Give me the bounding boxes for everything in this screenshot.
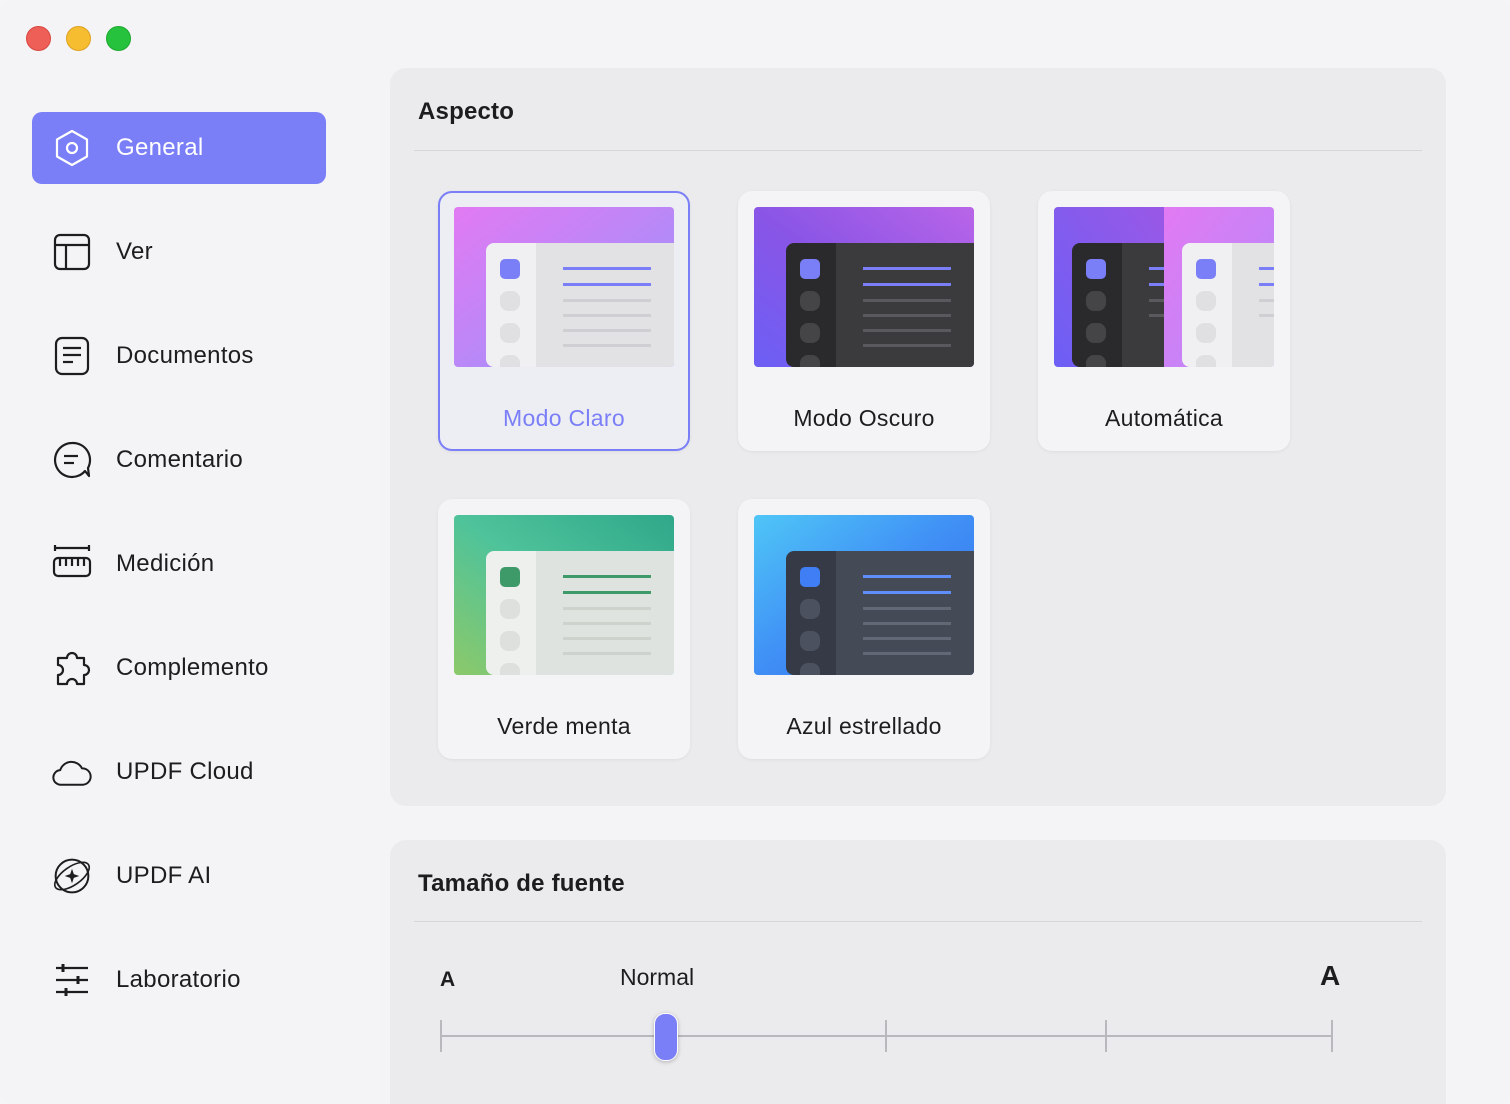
sidebar-item-updf-ai[interactable]: UPDF AI <box>32 840 326 912</box>
mint-theme-preview <box>454 515 674 675</box>
sidebar-item-label: Laboratorio <box>116 966 241 993</box>
sidebar-item-ver[interactable]: Ver <box>32 216 326 288</box>
sidebar-item-comentario[interactable]: Comentario <box>32 424 326 496</box>
sidebar-item-general[interactable]: General <box>32 112 326 184</box>
appearance-panel: Aspecto Modo Claro Modo Oscuro Automátic… <box>390 68 1446 806</box>
light-theme-preview <box>454 207 674 367</box>
theme-card-starry-blue[interactable]: Azul estrellado <box>738 499 990 759</box>
slider-tick <box>885 1020 887 1052</box>
layout-icon <box>52 232 92 272</box>
sidebar-item-label: Ver <box>116 238 153 265</box>
theme-label: Modo Oscuro <box>793 405 935 431</box>
close-window-button[interactable] <box>26 26 51 51</box>
font-size-panel: Tamaño de fuente A Normal A <box>390 840 1446 1104</box>
theme-label: Modo Claro <box>503 405 625 431</box>
sidebar-item-complemento[interactable]: Complemento <box>32 632 326 704</box>
sidebar-item-label: Complemento <box>116 654 269 681</box>
minimize-window-button[interactable] <box>66 26 91 51</box>
cloud-icon <box>52 752 92 792</box>
slider-knob[interactable] <box>654 1013 678 1061</box>
sidebar-item-medicion[interactable]: Medición <box>32 528 326 600</box>
theme-label: Azul estrellado <box>786 713 942 739</box>
theme-card-auto[interactable]: Automática <box>1038 191 1290 451</box>
comment-icon <box>52 440 92 480</box>
window-controls <box>26 26 131 51</box>
large-font-label: A <box>1320 960 1341 991</box>
ruler-icon <box>52 544 92 584</box>
slider-tick <box>440 1020 442 1052</box>
theme-label: Verde menta <box>497 713 631 739</box>
sidebar-item-label: Medición <box>116 550 215 577</box>
theme-card-light[interactable]: Modo Claro <box>438 191 690 451</box>
sidebar-item-label: UPDF AI <box>116 862 212 889</box>
puzzle-icon <box>52 648 92 688</box>
slider-tick <box>1105 1020 1107 1052</box>
ai-icon <box>52 856 92 896</box>
gear-icon <box>52 128 92 168</box>
dark-theme-preview <box>754 207 974 367</box>
auto-theme-preview <box>1054 207 1274 367</box>
starry-blue-theme-preview <box>754 515 974 675</box>
document-icon <box>52 336 92 376</box>
sidebar-item-label: Documentos <box>116 342 254 369</box>
sidebar-item-label: UPDF Cloud <box>116 758 254 785</box>
maximize-window-button[interactable] <box>106 26 131 51</box>
divider <box>414 921 1422 922</box>
sidebar: General Ver Documentos Comentario Medici… <box>32 112 326 1048</box>
theme-card-dark[interactable]: Modo Oscuro <box>738 191 990 451</box>
small-font-label: A <box>440 968 456 991</box>
divider <box>414 150 1422 151</box>
sidebar-item-updf-cloud[interactable]: UPDF Cloud <box>32 736 326 808</box>
section-title: Aspecto <box>418 98 515 125</box>
current-font-size-label: Normal <box>620 964 695 990</box>
sidebar-item-label: Comentario <box>116 446 244 473</box>
section-title: Tamaño de fuente <box>418 870 625 897</box>
sliders-icon <box>52 960 92 1000</box>
sidebar-item-label: General <box>116 134 204 161</box>
slider-tick <box>1331 1020 1333 1052</box>
sidebar-item-laboratorio[interactable]: Laboratorio <box>32 944 326 1016</box>
sidebar-item-documentos[interactable]: Documentos <box>32 320 326 392</box>
font-size-slider[interactable]: A Normal A <box>440 960 1341 1061</box>
theme-label: Automática <box>1104 405 1224 431</box>
preferences-window: General Ver Documentos Comentario Medici… <box>0 0 1510 1104</box>
theme-card-mint[interactable]: Verde menta <box>438 499 690 759</box>
